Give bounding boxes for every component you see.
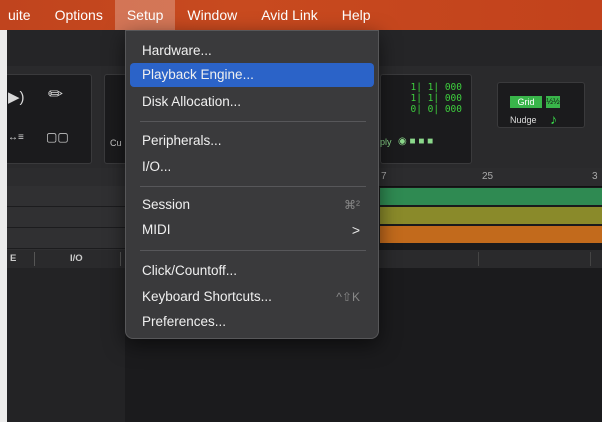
menu-options[interactable]: Options [43,0,115,30]
menu-separator [140,250,366,251]
header-divider [120,252,121,266]
menu-item-peripherals[interactable]: Peripherals... [130,129,374,153]
header-divider [34,252,35,266]
grouping-icon[interactable]: ▢▢ [46,130,69,144]
menu-bar: uite Options Setup Window Avid Link Help [0,0,602,30]
menu-item-label: Keyboard Shortcuts... [142,289,272,304]
window-edge [0,30,7,422]
menu-item-hardware[interactable]: Hardware... [130,39,374,63]
track-region-orange[interactable] [380,226,602,243]
menu-help[interactable]: Help [330,0,383,30]
menu-item-io[interactable]: I/O... [130,155,374,179]
nudge-label[interactable]: Nudge [510,115,537,125]
menu-item-label: Preferences... [142,314,227,329]
io-column [0,268,125,422]
pencil-icon[interactable]: ✏ [48,84,63,105]
speaker-icon[interactable]: ▶) [8,88,25,106]
menu-item-label: Hardware... [142,43,212,58]
menu-item-label: I/O... [142,159,172,174]
play-label: ply [380,137,392,147]
menu-item-label: Peripherals... [142,133,222,148]
header-divider [478,252,479,266]
header-label: E [10,253,17,264]
keyboard-shortcuts-shortcut: ^⇧K [336,290,360,304]
transport-icons[interactable]: ◉ ■ ■ ■ [398,136,433,147]
menu-item-label: Click/Countoff... [142,263,238,278]
menu-avid-link[interactable]: Avid Link [249,0,330,30]
session-shortcut: ⌘² [344,198,360,212]
counter-line-2: 1| 1| 000 [410,93,462,104]
ruler-label: 3 [592,171,598,182]
menu-item-disk-allocation[interactable]: Disk Allocation... [130,90,374,114]
menu-suite[interactable]: uite [0,0,43,30]
menu-item-keyboard-shortcuts[interactable]: Keyboard Shortcuts... ^⇧K [130,285,374,309]
io-header-label: I/O [70,253,83,264]
menu-item-playback-engine[interactable]: Playback Engine... [130,63,374,87]
track-region-olive[interactable] [380,207,602,224]
menu-item-label: Session [142,197,191,212]
menu-item-label: MIDI [142,222,171,237]
counter-line-1: 1| 1| 000 [410,82,462,93]
counter-line-3: 0| 0| 000 [410,104,462,115]
header-divider [590,252,591,266]
menu-setup[interactable]: Setup [114,0,176,30]
grid-nudge-box: Grid ½½ Nudge ♪ [497,82,585,128]
chevron-right-icon: > [351,222,360,238]
menu-item-click-countoff[interactable]: Click/Countoff... [130,259,374,283]
setup-menu: Hardware... Playback Engine... Disk Allo… [125,30,379,339]
menu-item-midi[interactable]: MIDI > [130,218,374,242]
note-icon: ♪ [550,111,557,127]
grid-button[interactable]: Grid [510,96,542,108]
ruler-label: 7 [381,171,387,182]
track-headers [0,186,125,250]
menu-item-label: Disk Allocation... [142,94,242,109]
menu-item-session[interactable]: Session ⌘² [130,193,374,217]
menu-separator [140,121,366,122]
link-tracks-icon[interactable]: ↔≡ [8,132,24,143]
track-region-green[interactable] [380,188,602,205]
ruler-label: 25 [482,171,494,182]
menu-separator [140,186,366,187]
menu-item-label: Playback Engine... [142,67,254,82]
menu-window[interactable]: Window [175,0,249,30]
menu-item-preferences[interactable]: Preferences... [130,310,374,334]
grid-value[interactable]: ½½ [546,96,560,108]
cursor-label: Cu [110,138,122,148]
